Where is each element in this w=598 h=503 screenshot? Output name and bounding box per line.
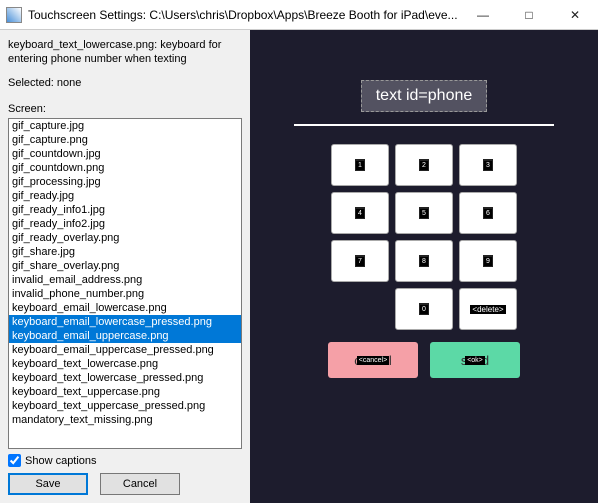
list-item[interactable]: gif_ready_overlay.png [9,231,241,245]
preview-panel: text id=phone 1 2 3 4 5 6 7 8 9 0 <delet… [250,30,598,503]
key-5[interactable]: 5 [395,192,453,234]
list-item[interactable]: gif_processing.jpg [9,175,241,189]
list-item[interactable]: keyboard_email_lowercase.png [9,301,241,315]
show-captions-label: Show captions [25,455,97,467]
left-panel: keyboard_text_lowercase.png: keyboard fo… [0,30,250,503]
divider-line [294,124,554,126]
list-item[interactable]: gif_share_overlay.png [9,259,241,273]
key-8[interactable]: 8 [395,240,453,282]
list-item[interactable]: keyboard_email_uppercase_pressed.png [9,343,241,357]
list-item[interactable]: gif_ready_info2.jpg [9,217,241,231]
list-item[interactable]: invalid_email_address.png [9,273,241,287]
screen-listbox[interactable]: gif_capture.jpggif_capture.pnggif_countd… [8,118,242,449]
key-0[interactable]: 0 [395,288,453,330]
selected-text: Selected: none [8,77,242,89]
key-2[interactable]: 2 [395,144,453,186]
key-9[interactable]: 9 [459,240,517,282]
list-item[interactable]: keyboard_email_lowercase_pressed.png [9,315,241,329]
list-item[interactable]: gif_share.jpg [9,245,241,259]
window-title: Touchscreen Settings: C:\Users\chris\Dro… [28,8,460,22]
cancel-button[interactable]: Cancel [100,473,180,495]
key-4[interactable]: 4 [331,192,389,234]
key-6[interactable]: 6 [459,192,517,234]
close-button[interactable]: ✕ [552,0,598,30]
save-button[interactable]: Save [8,473,88,495]
list-item[interactable]: gif_capture.jpg [9,119,241,133]
minimize-button[interactable]: — [460,0,506,30]
list-item[interactable]: gif_countdown.jpg [9,147,241,161]
screen-label: Screen: [8,103,242,115]
list-item[interactable]: mandatory_text_missing.png [9,413,241,427]
show-captions-checkbox[interactable] [8,454,21,467]
key-1[interactable]: 1 [331,144,389,186]
key-delete[interactable]: <delete> [459,288,517,330]
list-item[interactable]: gif_ready_info1.jpg [9,203,241,217]
keypad-cancel-button[interactable]: cancel <cancel> [328,342,418,378]
list-item[interactable]: gif_countdown.png [9,161,241,175]
text-id-field: text id=phone [361,80,488,112]
list-item[interactable]: keyboard_text_uppercase_pressed.png [9,399,241,413]
list-item[interactable]: keyboard_email_uppercase.png [9,329,241,343]
app-icon [6,7,22,23]
list-item[interactable]: gif_capture.png [9,133,241,147]
key-3[interactable]: 3 [459,144,517,186]
list-item[interactable]: keyboard_text_lowercase.png [9,357,241,371]
maximize-button[interactable]: □ [506,0,552,30]
keypad: 1 2 3 4 5 6 7 8 9 0 <delete> [331,144,517,330]
show-captions-row[interactable]: Show captions [8,454,242,467]
list-item[interactable]: keyboard_text_lowercase_pressed.png [9,371,241,385]
list-item[interactable]: invalid_phone_number.png [9,287,241,301]
description-text: keyboard_text_lowercase.png: keyboard fo… [8,38,242,67]
list-item[interactable]: gif_ready.jpg [9,189,241,203]
list-item[interactable]: keyboard_text_uppercase.png [9,385,241,399]
keypad-send-button[interactable]: send <ok> [430,342,520,378]
key-7[interactable]: 7 [331,240,389,282]
titlebar: Touchscreen Settings: C:\Users\chris\Dro… [0,0,598,30]
